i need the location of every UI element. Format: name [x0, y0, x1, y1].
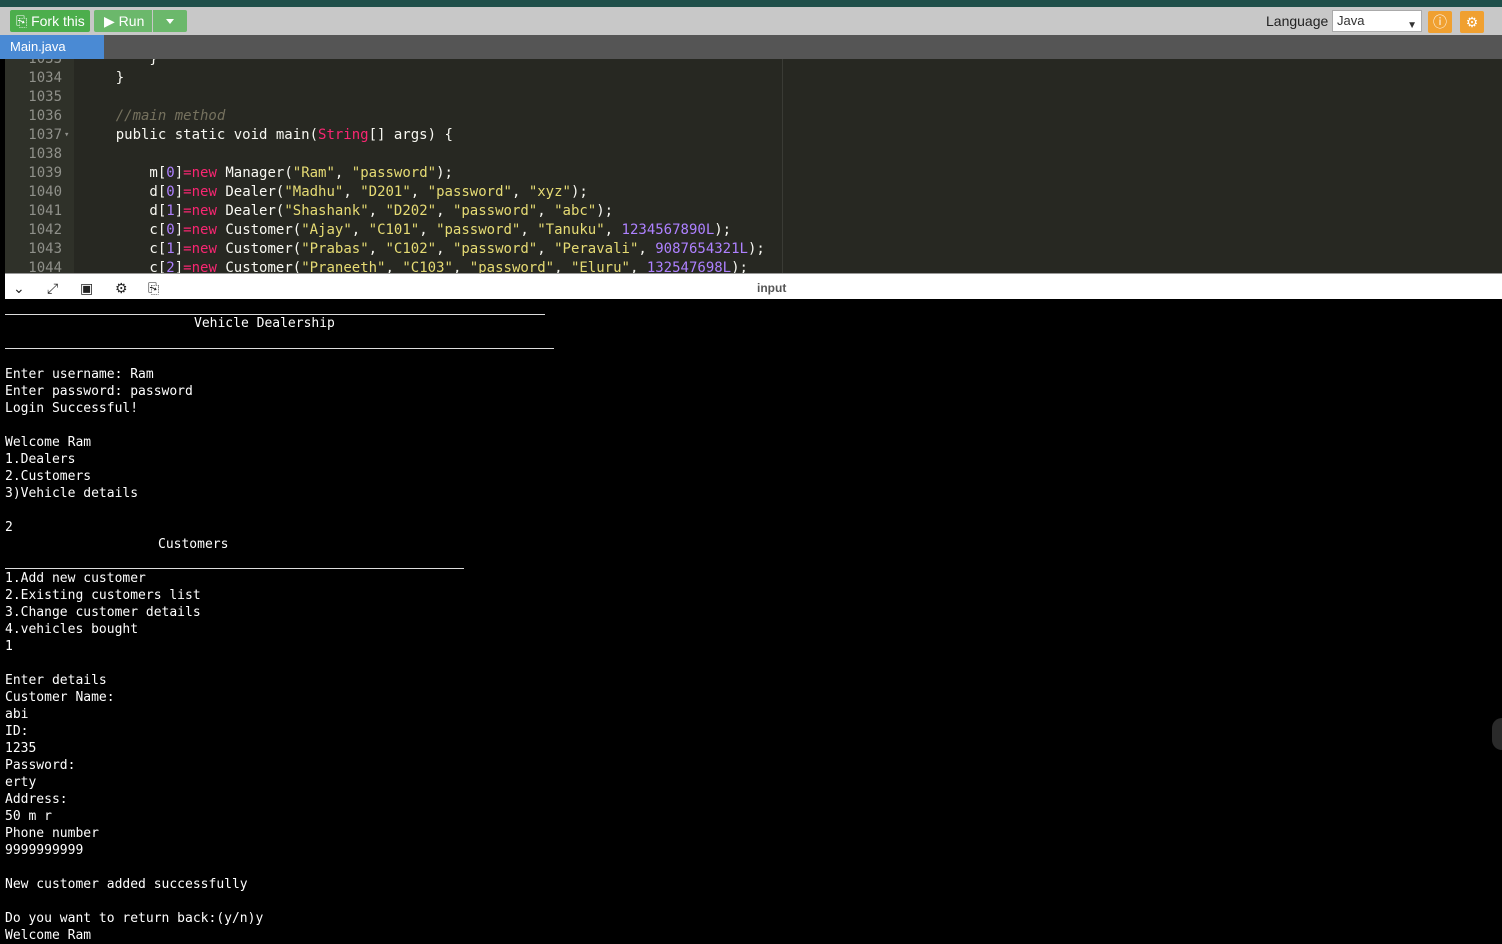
code-line[interactable]: 1039 m[0]=new Manager("Ram", "password")… [5, 164, 1502, 183]
line-number: 1035 [28, 89, 62, 105]
input-label: input [757, 281, 787, 295]
console-line: 1 [5, 639, 13, 654]
console-line: Do you want to return back:(y/n)y [5, 911, 264, 926]
gear-icon[interactable]: ⚙ [115, 280, 128, 297]
code-line[interactable]: 1041 d[1]=new Dealer("Shashank", "D202",… [5, 202, 1502, 221]
toolbar: ⎘ Fork this ▶ Run Language Java ▼ ⓘ ⚙ [0, 7, 1502, 35]
line-number: 1040 [28, 184, 62, 200]
code-text: d[1]=new Dealer("Shashank", "D202", "pas… [82, 203, 614, 219]
console-title: Vehicle Dealership [194, 316, 335, 331]
settings-button[interactable]: ⚙ [1460, 11, 1484, 33]
console-line: Address: [5, 792, 68, 807]
info-button[interactable]: ⓘ [1428, 11, 1452, 33]
console-line: 2.Customers [5, 469, 92, 484]
console-line: Enter username: Ram [5, 367, 154, 382]
console-line: 4.vehicles bought [5, 622, 139, 637]
line-number: 1034 [28, 70, 62, 86]
line-number: 1041 [28, 203, 62, 219]
chevron-down-icon [166, 19, 174, 24]
console-line: Password: [5, 758, 76, 773]
language-label: Language [1266, 13, 1329, 29]
divider [5, 348, 554, 349]
console-line: 1235 [5, 741, 37, 756]
console-output[interactable]: Vehicle Dealership Enter username: Ram En… [0, 299, 1502, 943]
code-line[interactable]: 1040 d[0]=new Dealer("Madhu", "D201", "p… [5, 183, 1502, 202]
code-text: //main method [115, 108, 226, 124]
customers-title: Customers [158, 537, 229, 552]
clipboard-icon[interactable]: ⎘ [148, 280, 159, 297]
console-line: erty [5, 775, 37, 790]
language-select[interactable]: Java ▼ [1332, 10, 1422, 32]
fold-arrow-icon[interactable]: ▾ [64, 126, 69, 145]
divider [5, 568, 464, 569]
fork-label: Fork this [31, 13, 85, 29]
code-line[interactable]: 1043 c[1]=new Customer("Prabas", "C102",… [5, 240, 1502, 259]
gear-icon: ⚙ [1465, 14, 1479, 30]
console-line: 1.Add new customer [5, 571, 146, 586]
panel-toolbar: ⌄ ⤢ ▣ ⚙ ⎘ input [5, 273, 1502, 300]
code-editor[interactable]: 1033 } 1034 } 1035 1036 //main method 1037 ▾ … [5, 59, 1502, 273]
language-value: Java [1337, 13, 1365, 28]
expand-icon[interactable]: ⤢ [47, 280, 58, 297]
console-line: 3.Change customer details [5, 605, 201, 620]
console-line: Enter details [5, 673, 107, 688]
console-line: Login Successful! [5, 401, 139, 416]
code-text: public static void main(String[] args) { [82, 127, 453, 143]
code-line[interactable]: 1036 //main method [5, 107, 1502, 126]
chevron-down-icon: ▼ [1407, 20, 1417, 31]
code-text: c[0]=new Customer("Ajay", "C101", "passw… [82, 222, 732, 238]
scroll-handle[interactable] [1492, 718, 1502, 750]
code-line[interactable]: 1042 c[0]=new Customer("Ajay", "C101", "… [5, 221, 1502, 240]
console-line: Customer Name: [5, 690, 115, 705]
console-line: 50 m r [5, 809, 52, 824]
code-text: } [82, 70, 125, 86]
tab-main-java[interactable]: Main.java [0, 35, 104, 59]
console-line: Enter password: password [5, 384, 193, 399]
fork-button[interactable]: ⎘ Fork this [10, 10, 90, 32]
code-text: c[2]=new Customer("Praneeth", "C103", "p… [82, 260, 748, 273]
line-number: 1044 [28, 260, 62, 273]
console-line: Welcome Ram [5, 928, 92, 943]
top-strip [0, 0, 1502, 7]
code-text: m[0]=new Manager("Ram", "password"); [82, 165, 453, 181]
fork-icon: ⎘ [16, 13, 28, 29]
line-number: 1042 [28, 222, 62, 238]
run-label: Run [118, 13, 145, 29]
console-line: Phone number [5, 826, 99, 841]
console-line: 2 [5, 520, 13, 535]
console-line: 3)Vehicle details [5, 486, 139, 501]
line-number: 1038 [28, 146, 62, 162]
console-line: 1.Dealers [5, 452, 76, 467]
code-text: } [82, 59, 158, 67]
line-number: 1037 [28, 127, 62, 143]
code-line[interactable]: 1037 ▾ public static void main(String[] a… [5, 126, 1502, 145]
layout-icon[interactable]: ▣ [80, 280, 93, 297]
code-line[interactable]: 1034 } [5, 69, 1502, 88]
code-text: d[0]=new Dealer("Madhu", "D201", "passwo… [82, 184, 588, 200]
tab-bar: Main.java [0, 35, 1502, 59]
console-line: 2.Existing customers list [5, 588, 201, 603]
line-number: 1039 [28, 165, 62, 181]
console-line: ID: [5, 724, 29, 739]
console-line: Welcome Ram [5, 435, 92, 450]
code-text: c[1]=new Customer("Prabas", "C102", "pas… [82, 241, 765, 257]
run-button[interactable]: ▶ Run [94, 10, 152, 32]
line-number: 1036 [28, 108, 62, 124]
console-line: 9999999999 [5, 843, 84, 858]
code-line[interactable]: 1033 } [5, 59, 1502, 69]
collapse-icon[interactable]: ⌄ [13, 280, 25, 297]
code-line[interactable]: 1035 [5, 88, 1502, 107]
run-dropdown-button[interactable] [153, 10, 187, 32]
play-icon: ▶ [104, 13, 115, 29]
info-icon: ⓘ [1433, 14, 1447, 30]
code-line[interactable]: 1038 [5, 145, 1502, 164]
line-number: 1033 [28, 59, 62, 67]
line-number: 1043 [28, 241, 62, 257]
console-line: abi [5, 707, 29, 722]
code-line[interactable]: 1044 c[2]=new Customer("Praneeth", "C103… [5, 259, 1502, 273]
console-line: New customer added successfully [5, 877, 248, 892]
